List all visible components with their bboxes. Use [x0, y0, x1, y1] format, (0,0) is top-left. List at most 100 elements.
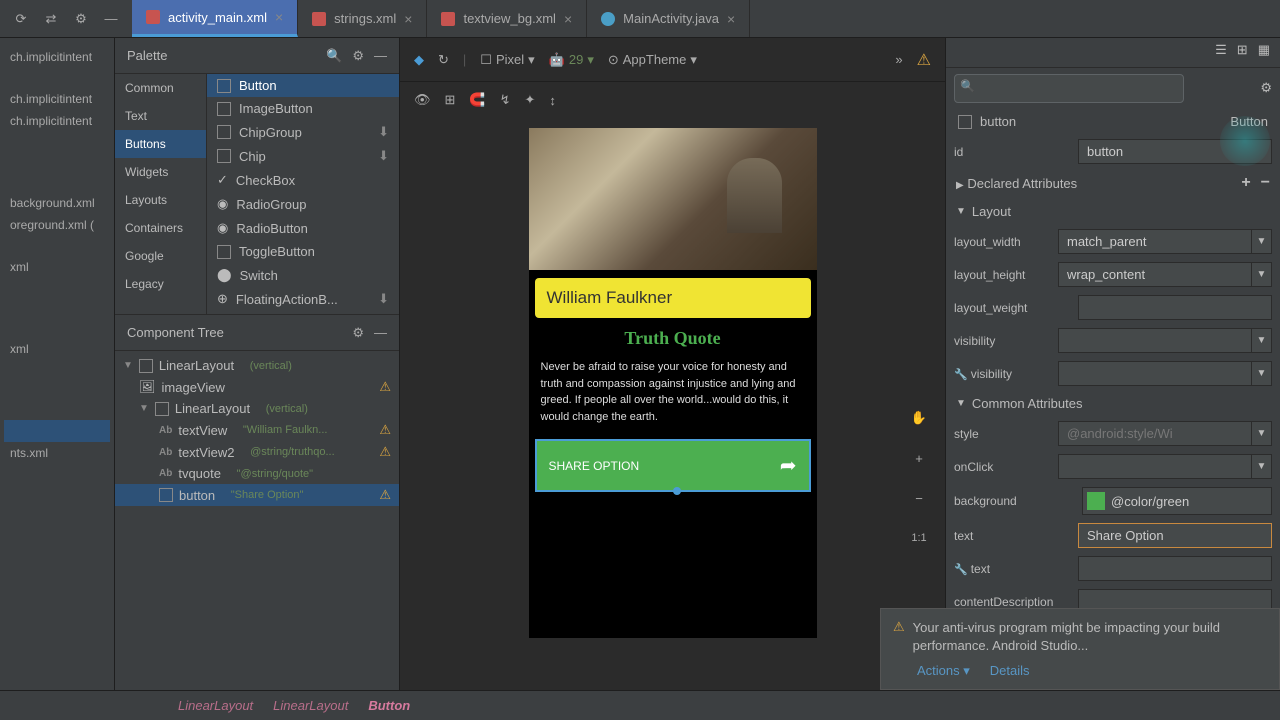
layout-section[interactable]: ▼Layout [946, 198, 1280, 225]
zoom-reset-icon[interactable]: 1:1 [905, 524, 933, 552]
zoom-in-icon[interactable]: + [905, 444, 933, 472]
notification-actions-link[interactable]: Actions ▾ [917, 663, 970, 679]
tab-strings[interactable]: strings.xml × [298, 0, 427, 37]
dropdown-icon[interactable]: ▼ [1252, 229, 1272, 254]
minimize-icon[interactable]: — [374, 325, 387, 341]
project-item[interactable]: ch.implicitintent [4, 88, 110, 110]
tree-row-textview[interactable]: AbtextView "William Faulkn...⚠ [115, 419, 399, 441]
minimize-icon[interactable]: — [374, 48, 387, 64]
attributes-search-input[interactable] [954, 74, 1184, 103]
palette-cat-containers[interactable]: Containers [115, 214, 206, 242]
project-item[interactable]: ch.implicitintent [4, 46, 110, 68]
attr-background[interactable]: @color/green [1082, 487, 1272, 515]
palette-item-imagebutton[interactable]: ImageButton [207, 97, 399, 120]
orientation-icon[interactable]: ↻ [438, 52, 449, 68]
search-icon[interactable]: 🔍 [326, 48, 342, 64]
palette-cat-google[interactable]: Google [115, 242, 206, 270]
breadcrumb-item[interactable]: LinearLayout [170, 696, 261, 715]
tab-textview-bg[interactable]: textview_bg.xml × [427, 0, 587, 37]
palette-item-radiogroup[interactable]: ◉RadioGroup [207, 192, 399, 216]
palette-cat-legacy[interactable]: Legacy [115, 270, 206, 298]
project-item[interactable] [4, 420, 110, 442]
palette-item-togglebutton[interactable]: ToggleButton [207, 240, 399, 263]
minimize-icon[interactable]: — [102, 10, 120, 28]
guideline-icon[interactable]: ↕ [549, 93, 556, 108]
attr-onclick[interactable] [1058, 454, 1252, 479]
close-icon[interactable]: × [275, 9, 283, 25]
zoom-out-icon[interactable]: − [905, 484, 933, 512]
warning-icon[interactable]: ⚠ [917, 50, 931, 70]
chevron-down-icon[interactable]: ▼ [139, 403, 149, 414]
palette-cat-layouts[interactable]: Layouts [115, 186, 206, 214]
palette-item-button[interactable]: Button [207, 74, 399, 97]
project-item[interactable]: xml [4, 256, 110, 278]
palette-item-chipgroup[interactable]: ChipGroup⬇ [207, 120, 399, 144]
download-icon[interactable]: ⬇ [378, 291, 389, 307]
device-selector[interactable]: ☐ Pixel ▾ [480, 52, 534, 68]
sync-icon[interactable]: ⟳ [12, 10, 30, 28]
gear-icon[interactable]: ⚙ [72, 10, 90, 28]
project-item[interactable]: oreground.xml ( [4, 214, 110, 236]
center-icon[interactable]: ✦ [525, 92, 536, 108]
palette-item-radiobutton[interactable]: ◉RadioButton [207, 216, 399, 240]
declared-attributes-section[interactable]: ▶ Declared Attributes +− [946, 168, 1280, 198]
attr-layout-weight[interactable] [1078, 295, 1272, 320]
attr-visibility[interactable] [1058, 328, 1252, 353]
attr-layout-width[interactable] [1058, 229, 1252, 254]
project-item[interactable]: nts.xml [4, 442, 110, 464]
visibility-icon[interactable]: 👁 [414, 92, 431, 108]
palette-item-switch[interactable]: ⬤Switch [207, 263, 399, 287]
project-item[interactable]: ch.implicitintent [4, 110, 110, 132]
tree-row-linearlayout[interactable]: ▼LinearLayout (vertical) [115, 355, 399, 376]
palette-item-checkbox[interactable]: ✓CheckBox [207, 168, 399, 192]
tree-row-imageview[interactable]: 🖼imageView⚠ [115, 376, 399, 398]
close-icon[interactable]: × [564, 11, 572, 27]
chevron-down-icon[interactable]: ▼ [123, 360, 133, 371]
dropdown-icon[interactable]: ▼ [1252, 361, 1272, 386]
dropdown-icon[interactable]: ▼ [1252, 454, 1272, 479]
blueprint-icon[interactable]: ⊞ [445, 92, 456, 108]
dropdown-icon[interactable]: ▼ [1252, 421, 1272, 446]
preview-share-button[interactable]: SHARE OPTION ➦ [535, 439, 811, 492]
more-icon[interactable]: » [895, 52, 902, 67]
tree-row-tvquote[interactable]: Abtvquote "@string/quote" [115, 463, 399, 484]
design-surface-icon[interactable]: ◆ [414, 52, 424, 68]
download-icon[interactable]: ⬇ [378, 124, 389, 140]
palette-cat-widgets[interactable]: Widgets [115, 158, 206, 186]
attr-style[interactable] [1058, 421, 1252, 446]
tree-row-button[interactable]: button "Share Option"⚠ [115, 484, 399, 506]
tree-row-linearlayout[interactable]: ▼LinearLayout (vertical) [115, 398, 399, 419]
download-icon[interactable]: ⬇ [378, 148, 389, 164]
tab-main-activity[interactable]: MainActivity.java × [587, 0, 750, 37]
attr-tools-visibility[interactable] [1058, 361, 1252, 386]
attr-id-input[interactable] [1078, 139, 1272, 164]
gear-icon[interactable]: ⚙ [1260, 80, 1272, 96]
project-item[interactable]: background.xml [4, 192, 110, 214]
attr-layout-height[interactable] [1058, 262, 1252, 287]
magnet-icon[interactable]: 🧲 [469, 92, 485, 108]
common-attributes-section[interactable]: ▼Common Attributes [946, 390, 1280, 417]
add-attr-icon[interactable]: + [1241, 174, 1250, 192]
notification-details-link[interactable]: Details [990, 663, 1030, 679]
palette-cat-text[interactable]: Text [115, 102, 206, 130]
breadcrumb-item[interactable]: Button [360, 696, 418, 715]
tree-row-textview2[interactable]: AbtextView2 @string/truthqo...⚠ [115, 441, 399, 463]
palette-cat-buttons[interactable]: Buttons [115, 130, 206, 158]
view-code-icon[interactable]: ⊞ [1237, 42, 1248, 63]
project-item[interactable]: xml [4, 338, 110, 360]
gear-icon[interactable]: ⚙ [352, 48, 364, 64]
color-swatch[interactable] [1087, 492, 1105, 510]
clear-constraints-icon[interactable]: ↯ [500, 92, 511, 108]
api-selector[interactable]: 🤖 29 ▾ [549, 52, 594, 68]
close-icon[interactable]: × [404, 11, 412, 27]
dropdown-icon[interactable]: ▼ [1252, 262, 1272, 287]
gear-icon[interactable]: ⚙ [352, 325, 364, 341]
attr-text[interactable] [1078, 523, 1272, 548]
theme-selector[interactable]: ⊙ AppTheme ▾ [608, 52, 697, 68]
palette-cat-common[interactable]: Common [115, 74, 206, 102]
remove-attr-icon[interactable]: − [1261, 174, 1270, 192]
close-icon[interactable]: × [727, 11, 735, 27]
view-design-icon[interactable]: ▦ [1258, 42, 1270, 63]
palette-item-chip[interactable]: Chip⬇ [207, 144, 399, 168]
pan-icon[interactable]: ✋ [905, 404, 933, 432]
